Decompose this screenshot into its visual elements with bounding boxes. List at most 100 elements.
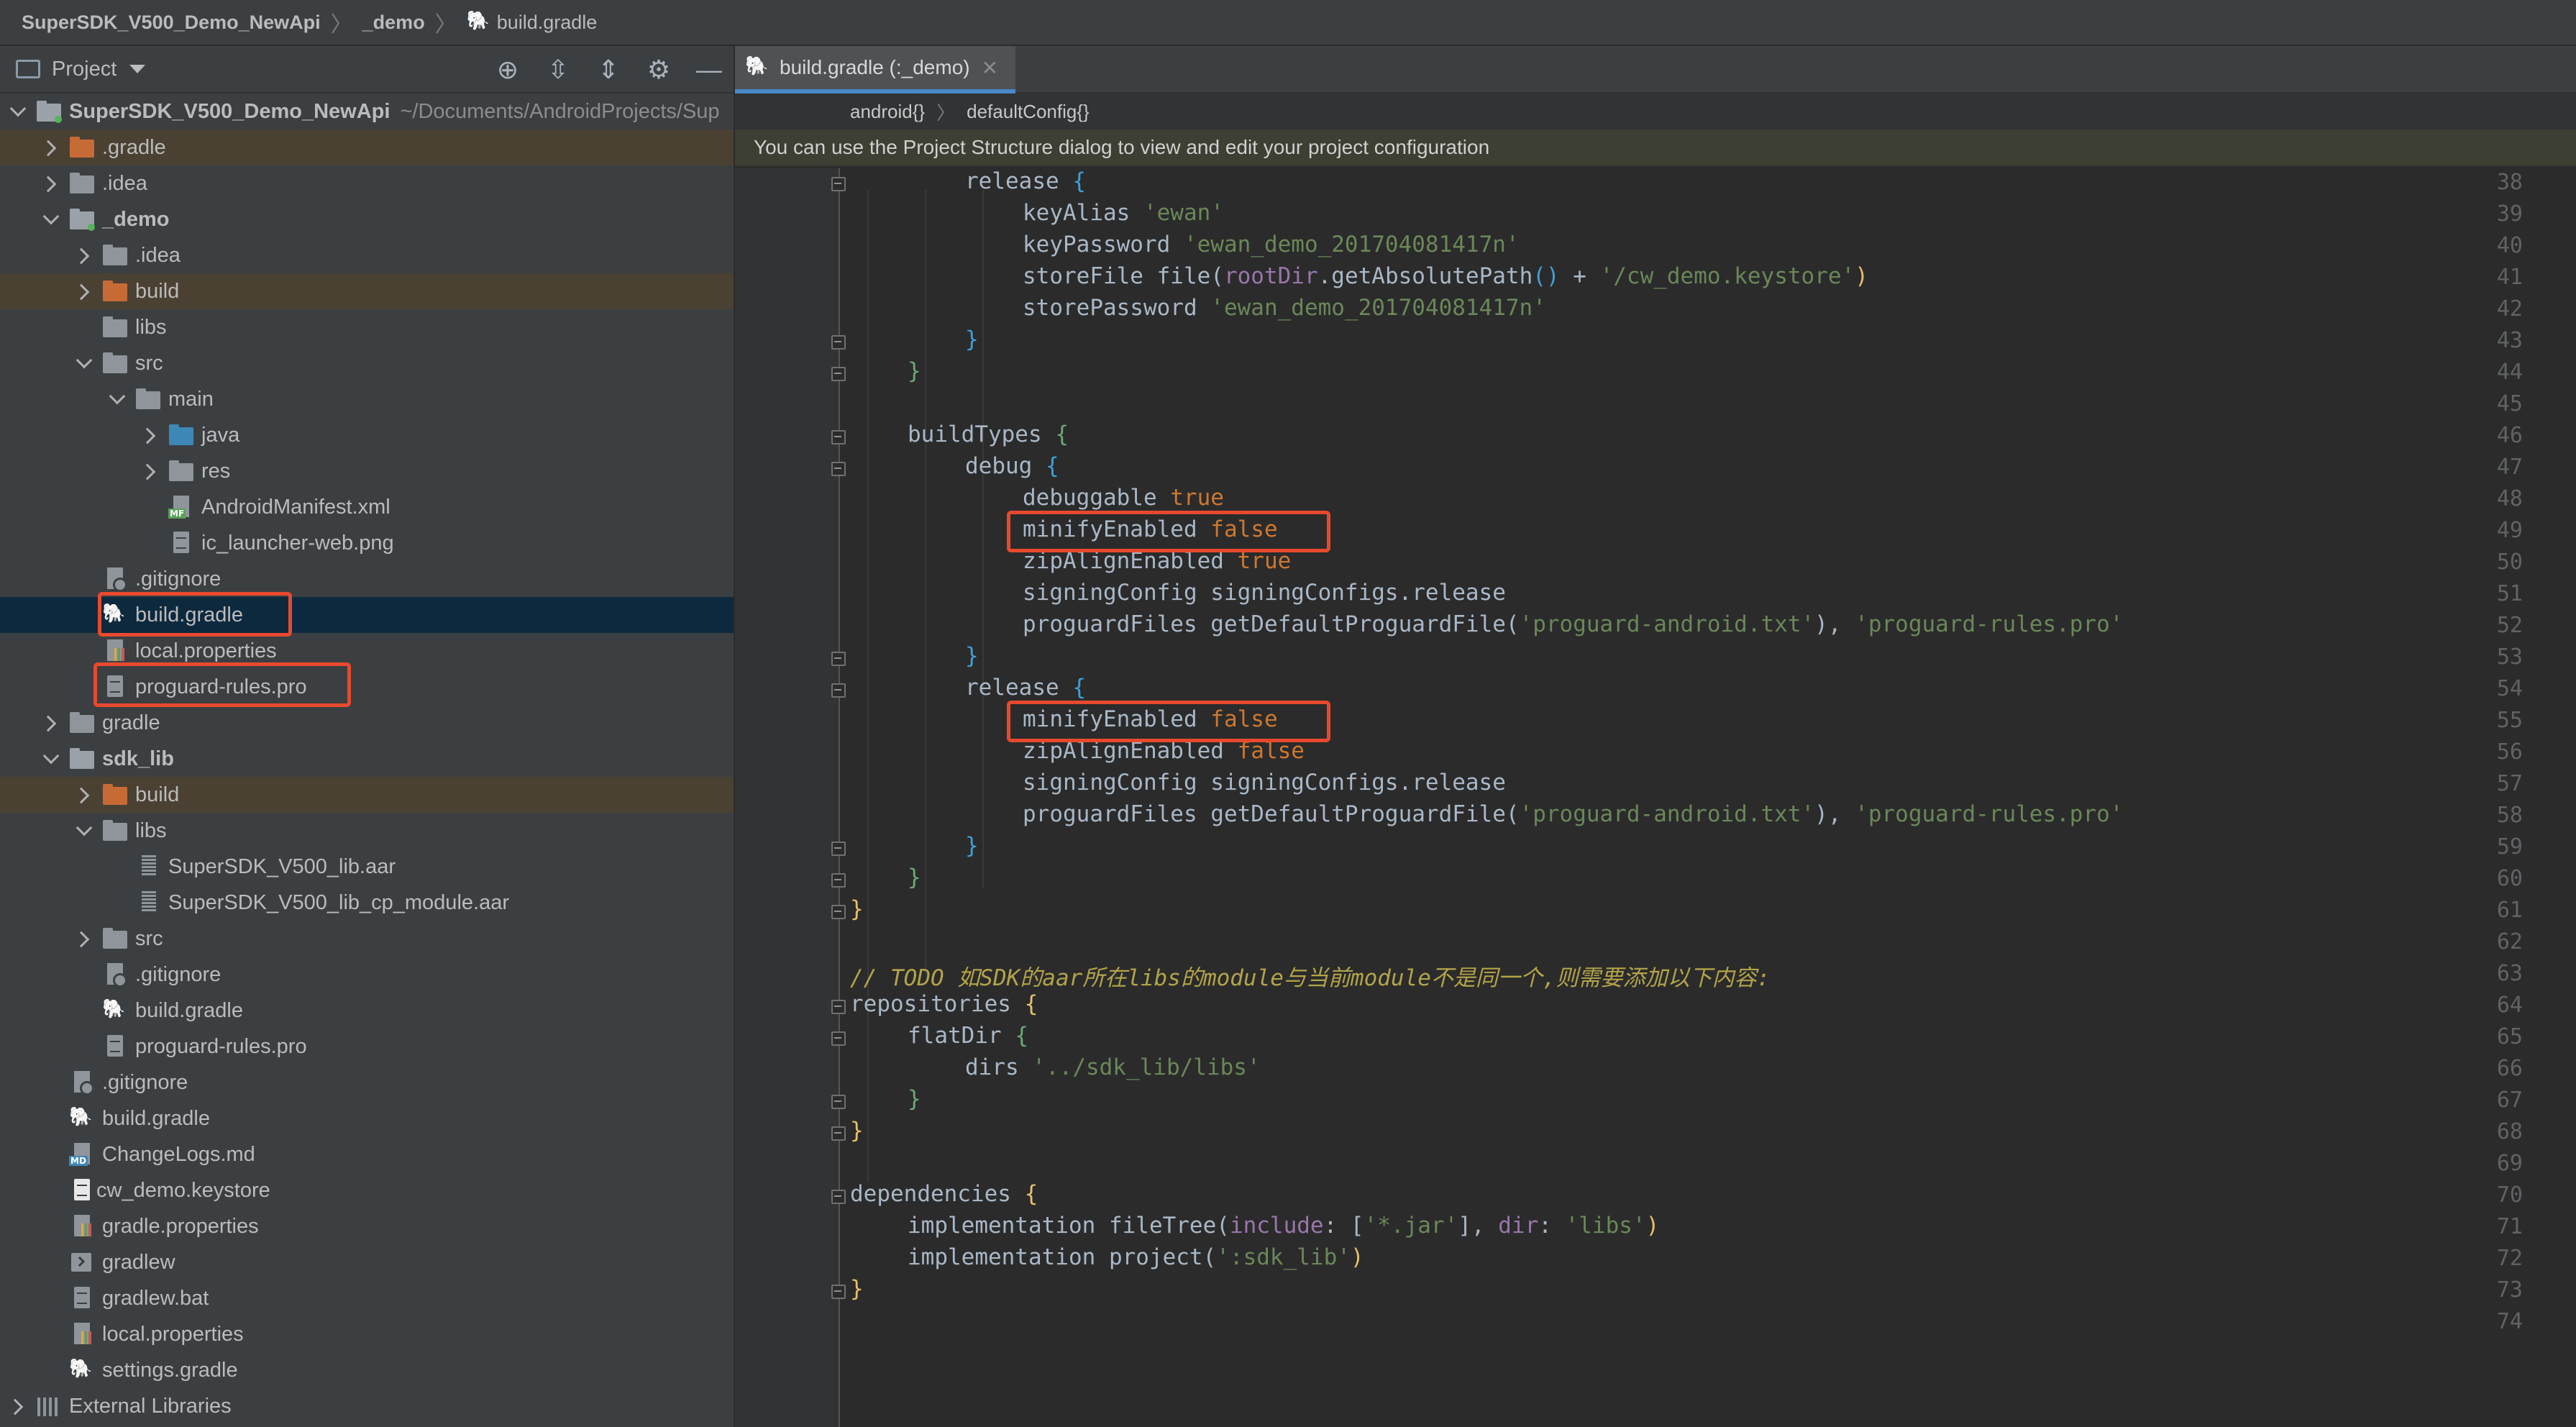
code-crumb[interactable]: android{} bbox=[850, 101, 925, 123]
chevron-down-icon[interactable] bbox=[129, 65, 146, 73]
tree-item-label: src bbox=[135, 351, 163, 375]
gear-icon[interactable]: ⚙ bbox=[644, 53, 673, 86]
fold-marker[interactable] bbox=[830, 334, 846, 350]
fold-marker[interactable] bbox=[830, 998, 846, 1014]
chevron-right-icon[interactable] bbox=[75, 283, 92, 300]
tree-item[interactable]: gradlew.bat bbox=[0, 1280, 734, 1316]
tree-item[interactable]: src bbox=[0, 921, 734, 957]
fold-marker[interactable] bbox=[830, 1030, 846, 1046]
tree-item[interactable]: local.properties bbox=[0, 1316, 734, 1352]
breadcrumb-file[interactable]: build.gradle bbox=[497, 12, 598, 34]
chevron-down-icon[interactable] bbox=[75, 822, 92, 839]
code-line: release { bbox=[965, 675, 1086, 701]
expand-all-icon[interactable]: ⇳ bbox=[544, 53, 572, 86]
fold-marker[interactable] bbox=[830, 1188, 846, 1204]
collapse-all-icon[interactable]: ⇕ bbox=[594, 53, 623, 86]
image-file-icon bbox=[168, 532, 194, 555]
tree-item[interactable]: cw_demo.keystore bbox=[0, 1172, 734, 1208]
tree-item[interactable]: libs bbox=[0, 309, 734, 345]
chevron-right-icon[interactable] bbox=[75, 930, 92, 947]
manifest-file-icon: MF bbox=[168, 496, 194, 519]
chevron-right-icon[interactable] bbox=[9, 1398, 26, 1415]
tree-item[interactable]: libs bbox=[0, 813, 734, 849]
tree-item[interactable]: proguard-rules.pro bbox=[0, 1029, 734, 1064]
project-view-selector[interactable]: Project bbox=[52, 58, 117, 81]
tab-build-gradle[interactable]: build.gradle (:_demo) ✕ bbox=[735, 46, 1016, 94]
tree-item[interactable]: MF AndroidManifest.xml bbox=[0, 489, 734, 525]
code-line: } bbox=[908, 865, 921, 890]
chevron-down-icon[interactable] bbox=[9, 103, 26, 120]
line-number: 43 bbox=[2496, 328, 2523, 353]
highlight-box bbox=[93, 662, 351, 707]
minimize-icon[interactable]: — bbox=[695, 53, 723, 86]
fold-marker[interactable] bbox=[830, 365, 846, 381]
chevron-right-icon[interactable] bbox=[141, 427, 158, 444]
tree-item[interactable]: gradlew bbox=[0, 1244, 734, 1280]
tree-item[interactable]: build bbox=[0, 777, 734, 813]
code-line: release { bbox=[965, 168, 1086, 194]
tree-item[interactable]: .gitignore bbox=[0, 957, 734, 993]
tree-item[interactable]: .gitignore bbox=[0, 1064, 734, 1100]
tree-item[interactable]: MD ChangeLogs.md bbox=[0, 1136, 734, 1172]
tree-item-label: build.gradle bbox=[102, 1106, 210, 1130]
line-number: 72 bbox=[2496, 1246, 2523, 1271]
tree-item[interactable]: SuperSDK_V500_lib_cp_module.aar bbox=[0, 885, 734, 921]
tree-item[interactable]: src bbox=[0, 345, 734, 381]
chevron-right-icon[interactable] bbox=[141, 462, 158, 480]
line-number: 44 bbox=[2496, 360, 2523, 385]
tree-item[interactable]: gradle bbox=[0, 705, 734, 741]
fold-marker[interactable] bbox=[830, 872, 846, 888]
tree-item[interactable]: build.gradle bbox=[0, 993, 734, 1029]
tree-item[interactable]: sdk_lib bbox=[0, 741, 734, 777]
fold-marker[interactable] bbox=[830, 1093, 846, 1109]
fold-marker[interactable] bbox=[830, 460, 846, 476]
chevron-right-icon[interactable] bbox=[42, 714, 59, 731]
fold-marker[interactable] bbox=[830, 840, 846, 856]
chevron-down-icon[interactable] bbox=[42, 750, 59, 767]
indent-guide bbox=[982, 190, 984, 888]
fold-marker[interactable] bbox=[830, 175, 846, 191]
tree-item[interactable]: main bbox=[0, 381, 734, 417]
tree-item[interactable]: .idea bbox=[0, 237, 734, 273]
folder-icon bbox=[102, 352, 128, 375]
chevron-down-icon[interactable] bbox=[75, 355, 92, 372]
tree-item[interactable]: SuperSDK_V500_lib.aar bbox=[0, 849, 734, 885]
tree-item[interactable]: build bbox=[0, 273, 734, 309]
breadcrumb-module[interactable]: _demo bbox=[362, 12, 425, 34]
tree-item-label: .gitignore bbox=[102, 1070, 188, 1094]
tree-item[interactable]: ic_launcher-web.png bbox=[0, 525, 734, 561]
tree-item[interactable]: gradle.properties bbox=[0, 1208, 734, 1244]
fold-marker[interactable] bbox=[830, 650, 846, 666]
line-number: 46 bbox=[2496, 423, 2523, 448]
breadcrumb-project[interactable]: SuperSDK_V500_Demo_NewApi bbox=[22, 12, 321, 34]
chevron-down-icon[interactable] bbox=[42, 211, 59, 228]
tree-item-label: proguard-rules.pro bbox=[135, 1034, 307, 1058]
fold-marker[interactable] bbox=[830, 429, 846, 444]
tree-item[interactable]: build.gradle bbox=[0, 1100, 734, 1136]
keystore-file-icon bbox=[69, 1179, 90, 1202]
chevron-right-icon[interactable] bbox=[75, 786, 92, 803]
markdown-file-icon: MD bbox=[69, 1143, 95, 1166]
fold-marker[interactable] bbox=[830, 682, 846, 698]
tree-item-root[interactable]: SuperSDK_V500_Demo_NewApi ~/Documents/An… bbox=[0, 94, 734, 129]
tree-item[interactable]: settings.gradle bbox=[0, 1352, 734, 1388]
fold-marker[interactable] bbox=[830, 1283, 846, 1299]
close-icon[interactable]: ✕ bbox=[982, 56, 998, 80]
tree-item[interactable]: _demo bbox=[0, 201, 734, 237]
code-crumb[interactable]: defaultConfig{} bbox=[967, 101, 1090, 123]
fold-marker[interactable] bbox=[830, 903, 846, 919]
code-area[interactable]: 38 39 40 41 42 43 44 45 46 47 48 49 50 5… bbox=[735, 168, 2576, 1427]
chevron-right-icon[interactable] bbox=[42, 139, 59, 156]
line-number: 54 bbox=[2496, 676, 2523, 701]
crosshair-icon[interactable]: ⊕ bbox=[493, 53, 522, 86]
tree-item[interactable]: java bbox=[0, 417, 734, 453]
tree-item[interactable]: External Libraries bbox=[0, 1388, 734, 1424]
tree-item[interactable]: .gradle bbox=[0, 129, 734, 165]
chevron-down-icon[interactable] bbox=[108, 391, 125, 408]
tree-item[interactable]: res bbox=[0, 453, 734, 489]
gradle-icon bbox=[69, 1359, 95, 1382]
fold-marker[interactable] bbox=[830, 1125, 846, 1141]
chevron-right-icon[interactable] bbox=[42, 175, 59, 192]
tree-item[interactable]: .idea bbox=[0, 165, 734, 201]
chevron-right-icon[interactable] bbox=[75, 247, 92, 264]
